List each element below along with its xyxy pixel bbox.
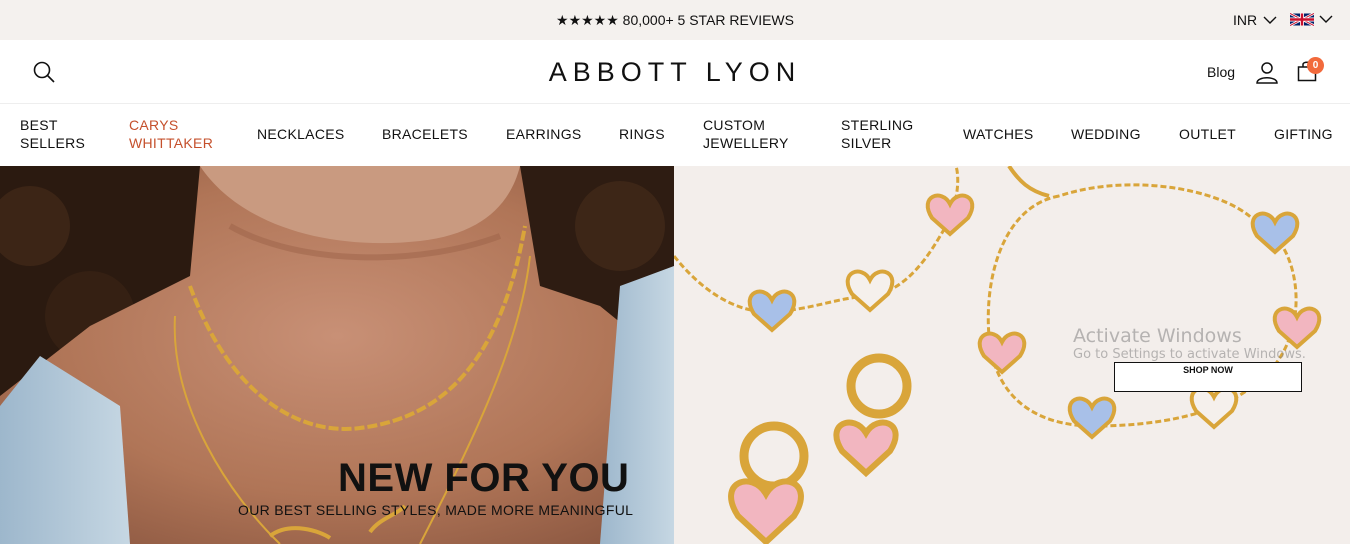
country-selector[interactable]	[1290, 11, 1333, 28]
nav-item-sterling-silver[interactable]: STERLING SILVER	[841, 116, 913, 152]
nav-item-carys-whittaker[interactable]: CARYS WHITTAKER	[129, 116, 213, 152]
promo-subtitle: OUR BEST SELLING STYLES, MADE MORE MEANI…	[238, 502, 634, 518]
reviews-banner[interactable]: ★★★★★ 80,000+ 5 STAR REVIEWS	[0, 12, 1350, 29]
watermark-line1: Activate Windows	[1073, 325, 1242, 347]
uk-flag-icon	[1290, 12, 1314, 27]
cart-count-badge: 0	[1307, 57, 1324, 74]
site-header: ABBOTT LYON Blog 0	[0, 40, 1350, 104]
nav-item-gifting[interactable]: GIFTING	[1274, 125, 1333, 143]
user-icon	[1256, 62, 1278, 84]
chevron-down-icon	[1263, 16, 1277, 24]
cart-button[interactable]: 0	[1297, 57, 1324, 87]
nav-item-custom-jewellery[interactable]: CUSTOM JEWELLERY	[703, 116, 789, 152]
account-button[interactable]	[1255, 60, 1279, 89]
currency-selector[interactable]: INR	[1233, 12, 1277, 28]
nav-item-earrings[interactable]: EARRINGS	[506, 125, 582, 143]
nav-item-rings[interactable]: RINGS	[619, 125, 665, 143]
brand-logo[interactable]: ABBOTT LYON	[0, 57, 1350, 88]
nav-item-necklaces[interactable]: NECKLACES	[257, 125, 345, 143]
nav-item-best-sellers[interactable]: BEST SELLERS	[20, 116, 85, 152]
announcement-bar: ★★★★★ 80,000+ 5 STAR REVIEWS INR	[0, 0, 1350, 40]
nav-item-wedding[interactable]: WEDDING	[1071, 125, 1141, 143]
nav-item-bracelets[interactable]: BRACELETS	[382, 125, 468, 143]
blog-link[interactable]: Blog	[1207, 64, 1235, 80]
chevron-down-icon	[1319, 15, 1333, 23]
shop-now-button[interactable]: SHOP NOW	[1114, 362, 1302, 392]
promo-title: NEW FOR YOU	[338, 456, 630, 500]
nav-item-outlet[interactable]: OUTLET	[1179, 125, 1236, 143]
watermark-line2: Go to Settings to activate Windows.	[1073, 347, 1306, 362]
main-navigation: BEST SELLERS CARYS WHITTAKER NECKLACES BRA…	[0, 105, 1350, 166]
nav-item-watches[interactable]: WATCHES	[963, 125, 1034, 143]
windows-activation-watermark: Activate Windows Go to Settings to activ…	[1073, 325, 1306, 363]
currency-label: INR	[1233, 12, 1258, 28]
